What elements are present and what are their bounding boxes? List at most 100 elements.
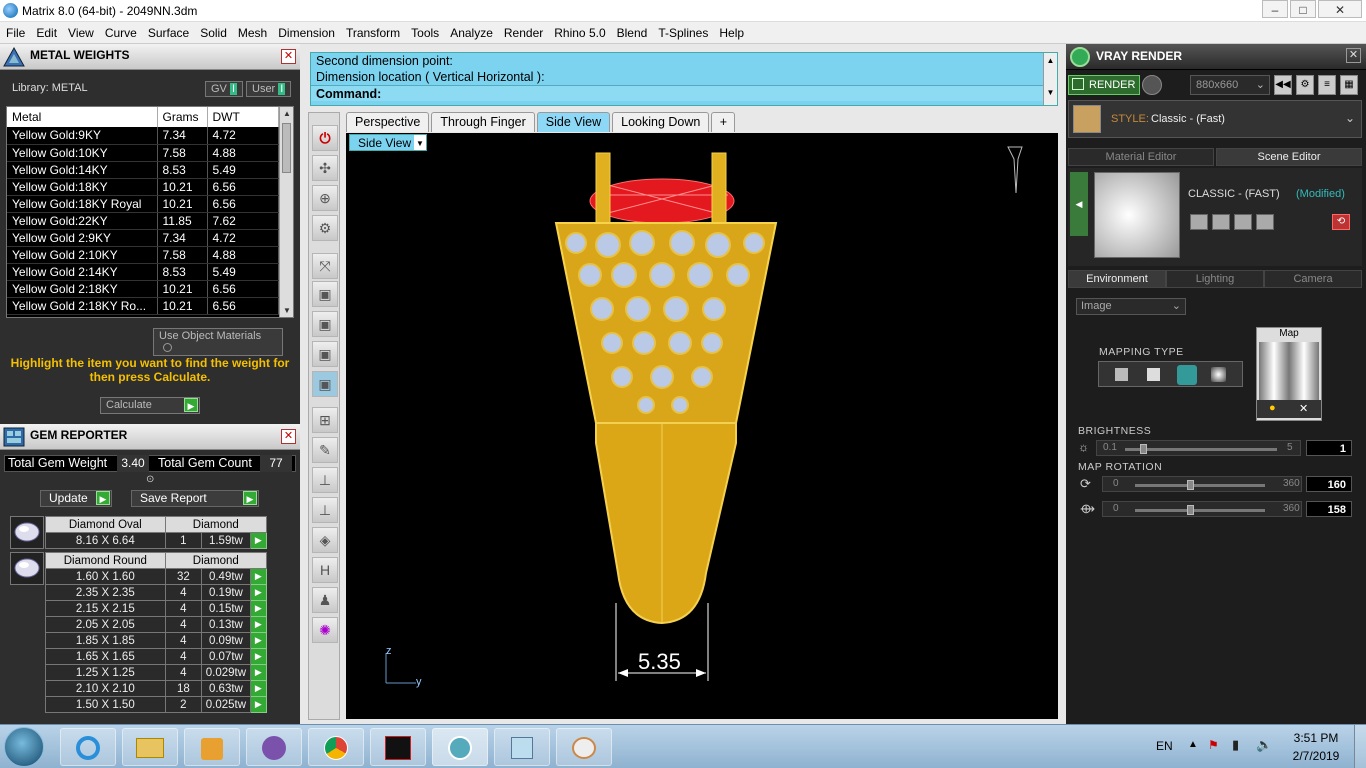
table-row[interactable]: 1.25 X 1.25 4 0.029tw ▶ xyxy=(45,664,268,681)
col-dwt[interactable]: DWT xyxy=(207,107,279,127)
metal-weights-close-icon[interactable]: ✕ xyxy=(281,49,296,64)
sphere-icon[interactable] xyxy=(1142,75,1162,95)
menu-render[interactable]: Render xyxy=(504,26,543,40)
vray-close-icon[interactable]: ✕ xyxy=(1346,48,1361,63)
tab-environment[interactable]: Environment xyxy=(1068,270,1166,288)
tab-looking-down[interactable]: Looking Down xyxy=(612,112,710,132)
menu-solid[interactable]: Solid xyxy=(200,26,227,40)
table-row[interactable]: Yellow Gold:14KY 8.53 5.49 xyxy=(7,161,279,179)
minimize-button[interactable]: – xyxy=(1262,0,1288,18)
menu-dimension[interactable]: Dimension xyxy=(278,26,335,40)
action-center-icon[interactable]: ⚑ xyxy=(1208,738,1219,752)
menu-tsplines[interactable]: T-Splines xyxy=(658,26,708,40)
box-side-icon[interactable]: ▣ xyxy=(312,341,338,367)
tab-camera[interactable]: Camera xyxy=(1264,270,1362,288)
brightness-slider[interactable]: 0.1 5 xyxy=(1096,440,1301,456)
slider-thumb[interactable] xyxy=(1187,505,1194,515)
rewind-icon[interactable]: ◀◀ xyxy=(1274,75,1292,95)
tab-side-view[interactable]: Side View xyxy=(536,112,611,132)
globe-icon[interactable]: ⊕ xyxy=(312,185,338,211)
table-row[interactable]: Yellow Gold 2:18KY 10.21 6.56 xyxy=(7,280,279,298)
play-icon[interactable]: ▶ xyxy=(249,532,268,549)
col-metal[interactable]: Metal xyxy=(7,107,158,127)
plane-map-icon[interactable] xyxy=(1115,368,1128,381)
language-indicator[interactable]: EN xyxy=(1156,739,1173,753)
table-row[interactable]: Yellow Gold 2:10KY 7.58 4.88 xyxy=(7,246,279,264)
table-row[interactable]: Yellow Gold:9KY 7.34 4.72 xyxy=(7,127,279,145)
play-icon[interactable]: ▶ xyxy=(249,632,268,649)
play-icon[interactable]: ▶ xyxy=(249,664,268,681)
use-object-materials-toggle[interactable]: Use Object Materials xyxy=(153,328,283,356)
matrix-taskbar-icon[interactable] xyxy=(432,728,488,766)
tab-lighting[interactable]: Lighting xyxy=(1166,270,1264,288)
box-icon[interactable]: ▣ xyxy=(312,281,338,307)
chrome-icon[interactable] xyxy=(308,728,364,766)
sphere-map-icon[interactable] xyxy=(1177,365,1197,385)
menu-blend[interactable]: Blend xyxy=(617,26,648,40)
menu-curve[interactable]: Curve xyxy=(105,26,137,40)
cube-map-icon[interactable] xyxy=(1147,368,1160,381)
add-tab-icon[interactable]: + xyxy=(711,112,736,132)
menu-surface[interactable]: Surface xyxy=(148,26,189,40)
tab-through-finger[interactable]: Through Finger xyxy=(431,112,535,132)
play-icon[interactable]: ▶ xyxy=(249,568,268,585)
rotation2-value[interactable]: 158 xyxy=(1306,501,1352,517)
menu-transform[interactable]: Transform xyxy=(346,26,400,40)
resolution-select[interactable]: 880x660 ⌄ xyxy=(1190,75,1270,95)
play-icon[interactable]: ▶ xyxy=(249,616,268,633)
viewport-3d[interactable]: 5.35 z y xyxy=(346,133,1058,719)
play-icon[interactable]: ▶ xyxy=(249,680,268,697)
table-row[interactable]: 1.50 X 1.50 2 0.025tw ▶ xyxy=(45,696,268,713)
eraser-icon[interactable]: ◈ xyxy=(312,527,338,553)
rotation1-slider[interactable]: 0 360 xyxy=(1102,476,1302,492)
walk-icon[interactable]: ♟ xyxy=(312,587,338,613)
table-row[interactable]: Yellow Gold 2:9KY 7.34 4.72 xyxy=(7,229,279,247)
clock-date[interactable]: 2/7/2019 xyxy=(1286,749,1346,763)
propeller-icon[interactable]: ✣ xyxy=(312,155,338,181)
game-app-icon[interactable] xyxy=(370,728,426,766)
table-row[interactable]: Yellow Gold:18KY 10.21 6.56 xyxy=(7,178,279,196)
paint-icon[interactable] xyxy=(556,728,612,766)
menu-rhino[interactable]: Rhino 5.0 xyxy=(554,26,605,40)
table-row[interactable]: Yellow Gold 2:18KY Ro... 10.21 6.56 xyxy=(7,297,279,315)
table-row[interactable]: 8.16 X 6.64 1 1.59tw ▶ xyxy=(45,532,268,549)
maximize-button[interactable]: □ xyxy=(1290,0,1316,18)
play-icon[interactable]: ▶ xyxy=(249,584,268,601)
style-selector[interactable]: STYLE: Classic - (Fast) ⌄ xyxy=(1068,100,1362,138)
network-icon[interactable]: ▮ xyxy=(1232,737,1239,753)
collapse-left-icon[interactable]: ◀ xyxy=(1070,172,1088,236)
viber-icon[interactable] xyxy=(246,728,302,766)
menu-help[interactable]: Help xyxy=(719,26,744,40)
axis-icon[interactable]: ⤧ xyxy=(312,253,338,279)
show-desktop-button[interactable] xyxy=(1354,725,1366,768)
environment-source-select[interactable]: Image ⌄ xyxy=(1076,298,1186,315)
tab-material-editor[interactable]: Material Editor xyxy=(1068,148,1214,166)
media-player-icon[interactable] xyxy=(184,728,240,766)
user-toggle[interactable]: User I xyxy=(246,81,292,97)
box-front-icon[interactable]: ▣ xyxy=(312,311,338,337)
slider-thumb[interactable] xyxy=(1140,444,1148,454)
export-icon[interactable] xyxy=(1234,214,1252,230)
brush-icon[interactable]: ✎ xyxy=(312,437,338,463)
table-row[interactable]: 1.85 X 1.85 4 0.09tw ▶ xyxy=(45,632,268,649)
splitter-handle-icon[interactable]: ⊙ xyxy=(146,474,154,485)
play-icon[interactable]: ▶ xyxy=(249,648,268,665)
explorer-icon[interactable] xyxy=(122,728,178,766)
metal-table-scrollbar[interactable]: ▲ ▼ xyxy=(279,107,293,317)
snap-r-icon[interactable]: ⊥ xyxy=(312,497,338,523)
table-row[interactable]: Yellow Gold 2:14KY 8.53 5.49 xyxy=(7,263,279,281)
table-row[interactable]: 2.15 X 2.15 4 0.15tw ▶ xyxy=(45,600,268,617)
viewport-view-selector[interactable]: Side View ▼ xyxy=(349,134,427,151)
menu-file[interactable]: File xyxy=(6,26,25,40)
history-icon[interactable]: H xyxy=(312,557,338,583)
tab-scene-editor[interactable]: Scene Editor xyxy=(1216,148,1362,166)
gear-plugin-icon[interactable]: ✺ xyxy=(312,617,338,643)
color-picker-icon[interactable]: ● xyxy=(1269,402,1276,414)
list-icon[interactable]: ≡ xyxy=(1318,75,1336,95)
ie-icon[interactable] xyxy=(60,728,116,766)
copy-icon[interactable] xyxy=(1212,214,1230,230)
play-icon[interactable]: ▶ xyxy=(249,600,268,617)
command-prompt[interactable]: Command: xyxy=(311,85,1057,101)
scroll-down-icon[interactable]: ▼ xyxy=(283,306,291,315)
stop-icon[interactable]: ⏻ xyxy=(312,125,338,151)
